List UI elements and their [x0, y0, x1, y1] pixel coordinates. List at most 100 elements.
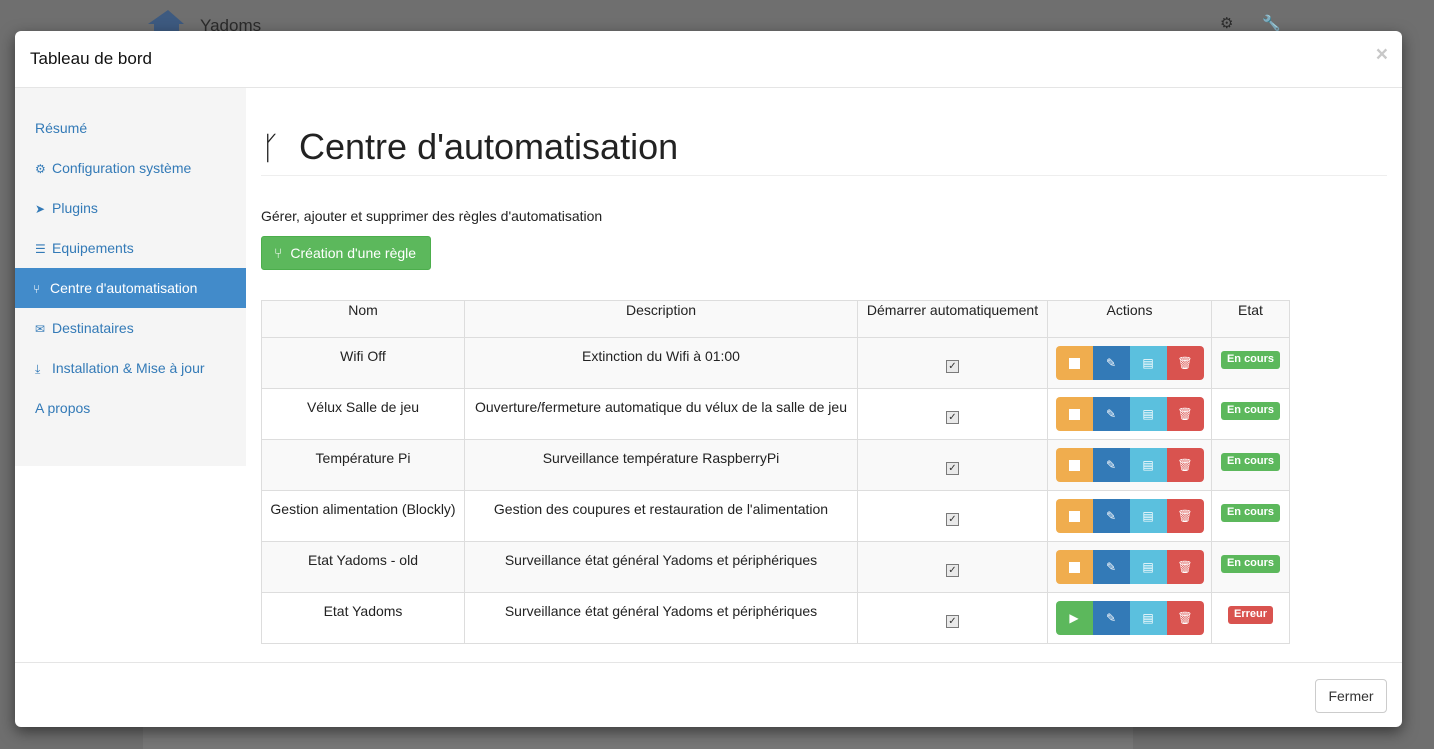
delete-button[interactable]: 🗑: [1166, 601, 1204, 635]
code-fork-icon: ⑂: [274, 245, 283, 261]
log-button[interactable]: ▤: [1129, 448, 1167, 482]
stop-button[interactable]: [1055, 448, 1093, 482]
autostart-cell: ✓: [857, 592, 1048, 644]
autostart-checkbox[interactable]: ✓: [946, 513, 959, 526]
autostart-cell: ✓: [857, 541, 1048, 593]
close-icon[interactable]: ×: [1376, 43, 1388, 67]
rule-name: Température Pi: [261, 439, 465, 491]
log-button[interactable]: ▤: [1129, 499, 1167, 533]
pencil-icon: ✎: [1105, 407, 1117, 421]
file-icon: ▤: [1142, 611, 1154, 625]
log-button[interactable]: ▤: [1129, 346, 1167, 380]
table-row: Température Pi Surveillance température R…: [261, 439, 1290, 491]
pencil-icon: ✎: [1105, 458, 1117, 472]
rules-table: Nom Description Démarrer automatiquement…: [261, 300, 1290, 644]
file-icon: ▤: [1142, 509, 1154, 523]
rule-name: Etat Yadoms - old: [261, 541, 465, 593]
edit-button[interactable]: ✎: [1092, 499, 1130, 533]
autostart-checkbox[interactable]: ✓: [946, 564, 959, 577]
pencil-icon: ✎: [1105, 560, 1117, 574]
edit-button[interactable]: ✎: [1092, 448, 1130, 482]
autostart-checkbox[interactable]: ✓: [946, 462, 959, 475]
rule-name: Gestion alimentation (Blockly): [261, 490, 465, 542]
stop-icon: [1068, 510, 1080, 522]
sidebar-item-7[interactable]: A propos: [15, 388, 246, 428]
sidebar-item-label: Equipements: [52, 240, 134, 256]
action-button-group: ✎ ▤ 🗑: [1055, 346, 1204, 380]
actions-cell: ▶ ✎ ▤ 🗑: [1047, 592, 1212, 644]
stop-button[interactable]: [1055, 499, 1093, 533]
wrench-icon[interactable]: 🔧: [1262, 14, 1281, 32]
status-badge: En cours: [1220, 402, 1281, 420]
sidebar-item-label: Plugins: [52, 200, 98, 216]
start-button[interactable]: ▶: [1055, 601, 1093, 635]
autostart-checkbox[interactable]: ✓: [946, 615, 959, 628]
autostart-cell: ✓: [857, 337, 1048, 389]
delete-button[interactable]: 🗑: [1166, 499, 1204, 533]
autostart-cell: ✓: [857, 388, 1048, 440]
autostart-checkbox[interactable]: ✓: [946, 411, 959, 424]
sidebar-item-5[interactable]: ✉ Destinataires: [15, 308, 246, 348]
table-row: Etat Yadoms - old Surveillance état génér…: [261, 541, 1290, 593]
action-button-group: ✎ ▤ 🗑: [1055, 499, 1204, 533]
sidebar-item-0[interactable]: Résumé: [15, 108, 246, 148]
delete-button[interactable]: 🗑: [1166, 397, 1204, 431]
page-description: Gérer, ajouter et supprimer des règles d…: [261, 208, 603, 224]
action-button-group: ▶ ✎ ▤ 🗑: [1055, 601, 1204, 635]
file-icon: ▤: [1142, 356, 1154, 370]
action-button-group: ✎ ▤ 🗑: [1055, 550, 1204, 584]
header-actions: Actions: [1047, 300, 1212, 338]
state-cell: En cours: [1211, 388, 1290, 440]
autostart-checkbox[interactable]: ✓: [946, 360, 959, 373]
log-button[interactable]: ▤: [1129, 601, 1167, 635]
sidebar-item-icon: ☰: [35, 242, 46, 256]
play-icon: ▶: [1069, 611, 1079, 625]
actions-cell: ✎ ▤ 🗑: [1047, 490, 1212, 542]
stop-button[interactable]: [1055, 550, 1093, 584]
trash-icon: 🗑: [1177, 458, 1193, 472]
edit-button[interactable]: ✎: [1092, 601, 1130, 635]
delete-button[interactable]: 🗑: [1166, 550, 1204, 584]
log-button[interactable]: ▤: [1129, 397, 1167, 431]
create-rule-button[interactable]: ⑂ Création d'une règle: [261, 236, 431, 270]
rule-description: Surveillance température RaspberryPi: [464, 439, 858, 491]
action-button-group: ✎ ▤ 🗑: [1055, 448, 1204, 482]
trash-icon: 🗑: [1177, 407, 1193, 421]
stop-icon: [1068, 459, 1080, 471]
header-nom: Nom: [261, 300, 465, 338]
header-autostart: Démarrer automatiquement: [857, 300, 1048, 338]
header-description: Description: [464, 300, 858, 338]
delete-button[interactable]: 🗑: [1166, 448, 1204, 482]
sidebar-item-2[interactable]: ➤ Plugins: [15, 188, 246, 228]
stop-icon: [1068, 357, 1080, 369]
edit-button[interactable]: ✎: [1092, 397, 1130, 431]
sidebar-item-4[interactable]: ⑂ Centre d'automatisation: [15, 268, 246, 308]
gear-icon[interactable]: ⚙: [1220, 14, 1233, 32]
sidebar-item-6[interactable]: ⤓ Installation & Mise à jour: [15, 348, 246, 388]
edit-button[interactable]: ✎: [1092, 550, 1130, 584]
close-button[interactable]: Fermer: [1315, 679, 1387, 713]
sidebar-item-3[interactable]: ☰ Equipements: [15, 228, 246, 268]
sidebar-item-1[interactable]: ⚙ Configuration système: [15, 148, 246, 188]
log-button[interactable]: ▤: [1129, 550, 1167, 584]
sidebar-item-icon: ✉: [35, 322, 46, 336]
pencil-icon: ✎: [1105, 356, 1117, 370]
state-cell: En cours: [1211, 439, 1290, 491]
actions-cell: ✎ ▤ 🗑: [1047, 439, 1212, 491]
stop-button[interactable]: [1055, 397, 1093, 431]
status-badge: En cours: [1220, 555, 1281, 573]
autostart-cell: ✓: [857, 490, 1048, 542]
rule-name: Wifi Off: [261, 337, 465, 389]
rule-description: Surveillance état général Yadoms et péri…: [464, 541, 858, 593]
status-badge: Erreur: [1227, 606, 1274, 624]
actions-cell: ✎ ▤ 🗑: [1047, 337, 1212, 389]
table-header-row: Nom Description Démarrer automatiquement…: [261, 300, 1290, 338]
code-fork-icon: ᚴ: [261, 130, 281, 166]
stop-button[interactable]: [1055, 346, 1093, 380]
sidebar: Résumé ⚙ Configuration système ➤ Plugins ☰ Equ…: [15, 88, 246, 466]
modal-footer: Fermer: [15, 662, 1402, 727]
edit-button[interactable]: ✎: [1092, 346, 1130, 380]
delete-button[interactable]: 🗑: [1166, 346, 1204, 380]
table-row: Gestion alimentation (Blockly) Gestion de…: [261, 490, 1290, 542]
stop-icon: [1068, 408, 1080, 420]
